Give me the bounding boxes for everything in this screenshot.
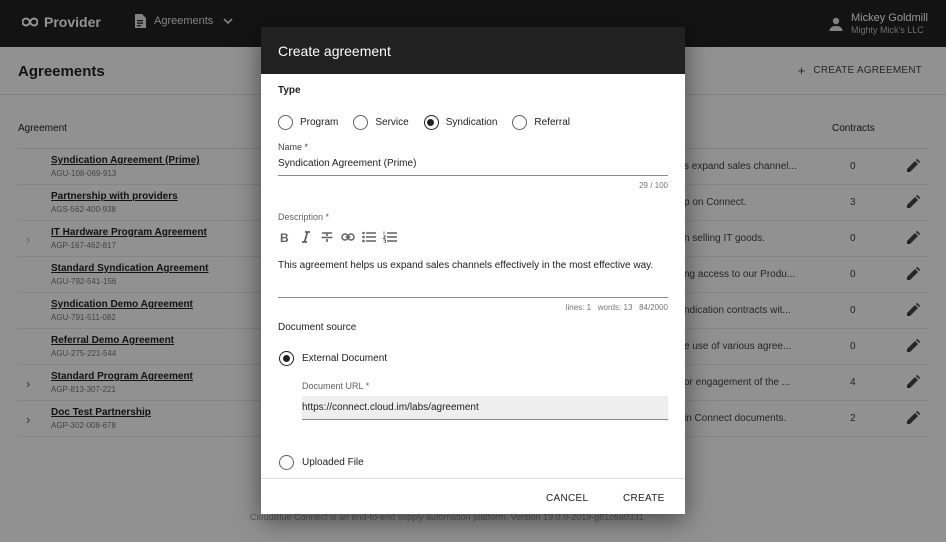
name-input-underline (278, 175, 668, 176)
description-stats: lines: 1 words: 13 84/2000 (566, 303, 668, 312)
type-option-label: Syndication (445, 117, 498, 128)
radio-button[interactable] (279, 455, 294, 470)
create-agreement-dialog: Create agreement Type Program Service Sy… (261, 27, 685, 514)
type-label: Type (278, 85, 301, 96)
source-option-label: External Document (302, 353, 388, 364)
create-button[interactable]: CREATE (623, 493, 665, 504)
type-option-label: Service (375, 117, 409, 128)
radio-button[interactable] (512, 115, 528, 130)
type-option-program[interactable]: Program (278, 115, 338, 130)
document-url-value: https://connect.cloud.im/labs/agreement (302, 402, 479, 413)
source-option-label: Uploaded File (302, 457, 364, 468)
source-option-uploaded[interactable]: Uploaded File (279, 455, 364, 470)
char-count: 84/2000 (639, 303, 668, 312)
name-field-label: Name * (278, 142, 309, 152)
link-icon[interactable] (341, 230, 355, 244)
cancel-button[interactable]: CANCEL (546, 493, 588, 504)
radio-button-selected[interactable] (423, 115, 439, 130)
name-char-counter: 29 / 100 (639, 181, 668, 190)
dialog-title: Create agreement (261, 27, 685, 74)
radio-button[interactable] (353, 115, 369, 130)
type-option-referral[interactable]: Referral (512, 115, 570, 130)
name-input[interactable]: Syndication Agreement (Prime) (278, 158, 416, 169)
type-option-label: Referral (534, 117, 570, 128)
type-option-syndication[interactable]: Syndication (423, 115, 498, 130)
document-url-label: Document URL * (302, 381, 370, 391)
lines-count: lines: 1 (565, 303, 592, 312)
description-field-label: Description * (278, 212, 330, 222)
rich-text-toolbar: B (278, 230, 404, 244)
description-editor[interactable]: This agreement helps us expand sales cha… (278, 260, 668, 271)
strikethrough-icon[interactable] (320, 230, 334, 244)
source-option-external[interactable]: External Document (279, 351, 387, 366)
type-option-label: Program (300, 117, 339, 128)
document-url-input[interactable]: https://connect.cloud.im/labs/agreement (302, 396, 668, 420)
radio-button-selected[interactable] (279, 351, 294, 366)
words-count: words: 13 (597, 303, 633, 312)
bold-icon[interactable]: B (278, 230, 292, 244)
svg-text:B: B (280, 231, 289, 243)
description-underline (278, 297, 668, 298)
type-radio-group: Program Service Syndication Referral (278, 115, 585, 130)
document-source-label: Document source (278, 322, 357, 333)
numbered-list-icon[interactable] (383, 230, 397, 244)
dialog-body: Type Program Service Syndication Referra… (261, 74, 685, 478)
dialog-actions: CANCEL CREATE (261, 478, 685, 514)
italic-icon[interactable] (299, 230, 313, 244)
bulleted-list-icon[interactable] (362, 230, 376, 244)
radio-button[interactable] (278, 115, 293, 130)
type-option-service[interactable]: Service (353, 115, 409, 130)
